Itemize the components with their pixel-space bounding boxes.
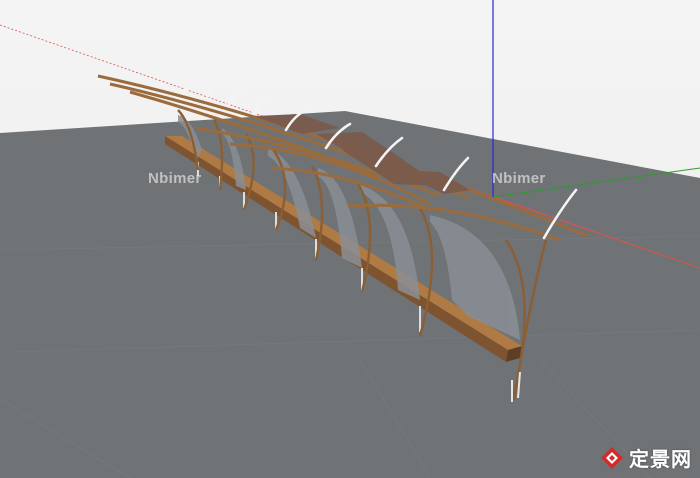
watermark-left: Nbimer <box>148 170 202 187</box>
3d-scene[interactable] <box>0 0 700 478</box>
brand-logo: 定景网 <box>599 443 692 472</box>
diamond-logo-icon <box>601 446 623 469</box>
model-viewport[interactable]: Nbimer Nbimer 定景网 <box>0 0 700 478</box>
brand-text: 定景网 <box>629 447 692 471</box>
watermark-right: Nbimer <box>492 170 546 187</box>
